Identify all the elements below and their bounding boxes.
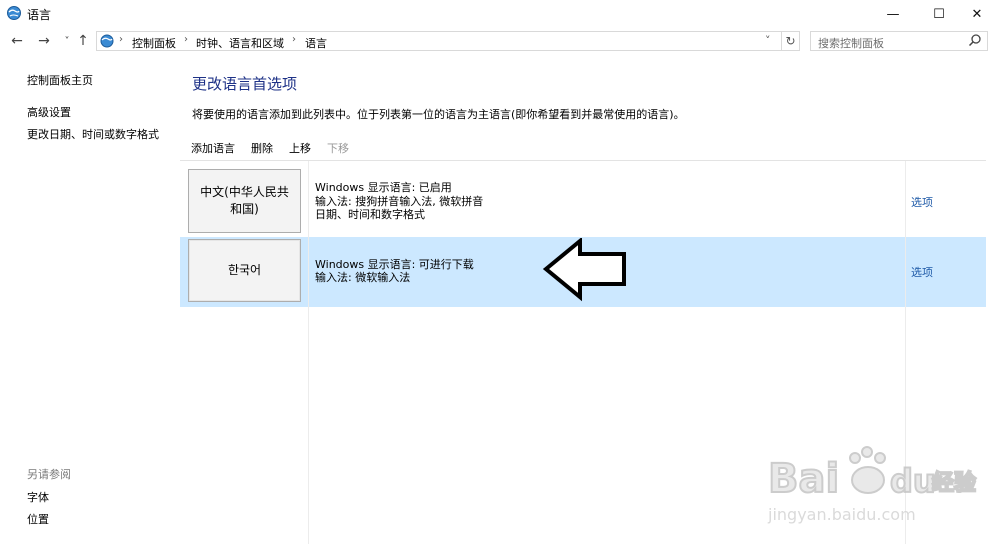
control-panel-home-link[interactable]: 控制面板主页 xyxy=(27,72,93,88)
back-arrow-icon[interactable]: ← xyxy=(8,32,26,50)
page-description: 将要使用的语言添加到此列表中。位于列表第一位的语言为主语言(即你希望看到并最常使… xyxy=(192,108,685,121)
up-arrow-icon[interactable]: ↑ xyxy=(74,32,92,50)
title-bar xyxy=(0,0,1000,28)
search-placeholder: 搜索控制面板 xyxy=(818,37,884,50)
close-button[interactable]: ✕ xyxy=(954,0,1000,28)
language-button-korean[interactable]: 한국어 xyxy=(188,239,301,302)
advanced-settings-link[interactable]: 高级设置 xyxy=(27,104,71,120)
language-detail-display: Windows 显示语言: 可进行下载 xyxy=(315,258,474,271)
baidu-jingyan-watermark: Bai du 经验 jingyan.baidu.com xyxy=(767,446,977,524)
language-detail-display: Windows 显示语言: 已启用 xyxy=(315,181,452,194)
search-icon[interactable] xyxy=(968,33,982,47)
breadcrumb-separator-icon: › xyxy=(184,34,188,45)
page-title: 更改语言首选项 xyxy=(192,75,298,93)
remove-language-button[interactable]: 删除 xyxy=(251,140,273,156)
location-link[interactable]: 位置 xyxy=(27,511,49,527)
breadcrumb-separator-icon: › xyxy=(292,34,296,45)
svg-text:du: du xyxy=(890,462,936,500)
breadcrumb-clock-language-region[interactable]: 时钟、语言和区域 xyxy=(196,35,284,51)
control-panel-icon xyxy=(100,34,114,48)
change-date-time-format-link[interactable]: 更改日期、时间或数字格式 xyxy=(27,126,159,142)
minimize-button[interactable]: — xyxy=(870,0,916,28)
refresh-icon[interactable]: ↻ xyxy=(782,31,800,51)
svg-text:Bai: Bai xyxy=(768,456,839,502)
breadcrumb-separator-icon: › xyxy=(119,34,123,45)
breadcrumb-language[interactable]: 语言 xyxy=(305,35,327,51)
move-up-button[interactable]: 上移 xyxy=(289,140,311,156)
language-detail-format: 日期、时间和数字格式 xyxy=(315,208,425,221)
options-link-korean[interactable]: 选项 xyxy=(911,264,933,280)
language-detail-input: 输入法: 搜狗拼音输入法, 微软拼音 xyxy=(315,195,484,208)
column-divider xyxy=(308,161,309,544)
fonts-link[interactable]: 字体 xyxy=(27,489,49,505)
window-title: 语言 xyxy=(27,8,52,22)
address-dropdown-chevron-icon[interactable]: ˅ xyxy=(765,34,771,47)
svg-text:经验: 经验 xyxy=(932,470,976,496)
language-detail-input: 输入法: 微软输入法 xyxy=(315,271,411,284)
breadcrumb-control-panel[interactable]: 控制面板 xyxy=(132,35,176,51)
options-link-chinese[interactable]: 选项 xyxy=(911,194,933,210)
see-also-heading: 另请参阅 xyxy=(27,468,71,481)
add-language-button[interactable]: 添加语言 xyxy=(191,140,235,156)
language-button-chinese[interactable]: 中文(中华人民共和国) xyxy=(188,169,301,233)
language-globe-icon xyxy=(7,6,21,20)
forward-arrow-icon[interactable]: → xyxy=(35,32,53,50)
svg-text:jingyan.baidu.com: jingyan.baidu.com xyxy=(767,505,916,524)
left-arrow-annotation-icon xyxy=(543,238,626,302)
move-down-button: 下移 xyxy=(327,142,349,155)
